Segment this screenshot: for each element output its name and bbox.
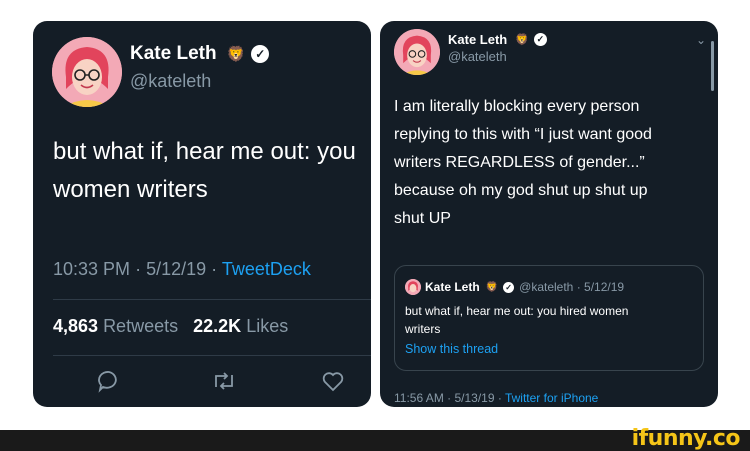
chevron-down-icon[interactable]: ⌄ <box>696 33 706 47</box>
quoted-tweet[interactable]: Kate Leth 🦁 ✓ @kateleth · 5/12/19 but wh… <box>394 265 704 371</box>
retweets-label: Retweets <box>103 316 179 336</box>
author-handle[interactable]: @kateleth <box>448 49 507 64</box>
retweets-stat[interactable]: 4,863 Retweets <box>53 316 178 336</box>
quoted-handle: @kateleth <box>519 280 574 294</box>
tweet-source-link[interactable]: Twitter for iPhone <box>505 391 598 405</box>
meta-separator: · <box>135 259 142 279</box>
left-tweet-card: Kate Leth 🦁 ✓ @kateleth but what if, hea… <box>33 21 371 407</box>
tweet-time: 10:33 PM <box>53 259 131 279</box>
meta-separator: · <box>576 280 581 294</box>
divider <box>53 355 371 356</box>
likes-count: 22.2K <box>193 316 242 336</box>
ifunny-logo: ifunny.co <box>631 426 741 451</box>
avatar-illustration <box>52 37 122 107</box>
tweet-timestamp: 10:33 PM · 5/12/19 · TweetDeck <box>53 259 311 280</box>
reply-icon[interactable] <box>97 369 121 399</box>
avatar-illustration <box>394 29 440 75</box>
author-name-text: Kate Leth <box>130 43 217 64</box>
quoted-text: but what if, hear me out: you hired wome… <box>405 304 629 336</box>
retweet-icon[interactable] <box>211 369 237 399</box>
tweet-actions <box>53 369 353 399</box>
right-tweet-card: Kate Leth 🦁 ✓ @kateleth ⌄ I am literally… <box>380 21 718 407</box>
author-name-text: Kate Leth <box>448 32 508 47</box>
verified-badge-icon: ✓ <box>251 45 270 63</box>
tweet-date: 5/12/19 <box>146 259 207 279</box>
watermark-footer: ifunny.co <box>0 426 750 451</box>
lion-emoji-icon: 🦁 <box>515 34 529 46</box>
lion-emoji-icon: 🦁 <box>485 281 499 293</box>
tweet-source-link[interactable]: TweetDeck <box>222 259 311 279</box>
like-icon[interactable] <box>321 369 345 399</box>
tweet-text: but what if, hear me out: you women writ… <box>53 138 356 203</box>
meta-separator: · <box>211 259 218 279</box>
show-thread-link[interactable]: Show this thread <box>405 342 498 356</box>
likes-stat[interactable]: 22.2K Likes <box>193 316 288 336</box>
divider <box>53 299 371 300</box>
author-name[interactable]: Kate Leth 🦁 ✓ <box>130 43 270 65</box>
retweets-count: 4,863 <box>53 316 99 336</box>
tweet-stats: 4,863 Retweets 22.2K Likes <box>53 316 288 337</box>
scrollbar[interactable] <box>711 41 714 91</box>
quoted-avatar <box>405 279 421 295</box>
verified-badge-icon: ✓ <box>533 33 547 46</box>
quoted-author-name: Kate Leth <box>425 280 480 294</box>
tweet-time-date: 11:56 AM · 5/13/19 · <box>394 391 505 405</box>
author-name[interactable]: Kate Leth 🦁 ✓ <box>448 32 547 47</box>
avatar[interactable] <box>394 29 440 75</box>
avatar[interactable] <box>52 37 122 107</box>
verified-badge-icon: ✓ <box>503 281 515 293</box>
lion-emoji-icon: 🦁 <box>226 46 246 63</box>
tweet-timestamp: 11:56 AM · 5/13/19 · Twitter for iPhone <box>394 391 598 405</box>
tweet-text: I am literally blocking every person rep… <box>394 98 652 227</box>
quoted-date: 5/12/19 <box>584 280 625 294</box>
likes-label: Likes <box>246 316 289 336</box>
author-handle[interactable]: @kateleth <box>130 71 211 92</box>
quoted-header: Kate Leth 🦁 ✓ @kateleth · 5/12/19 <box>425 280 624 294</box>
